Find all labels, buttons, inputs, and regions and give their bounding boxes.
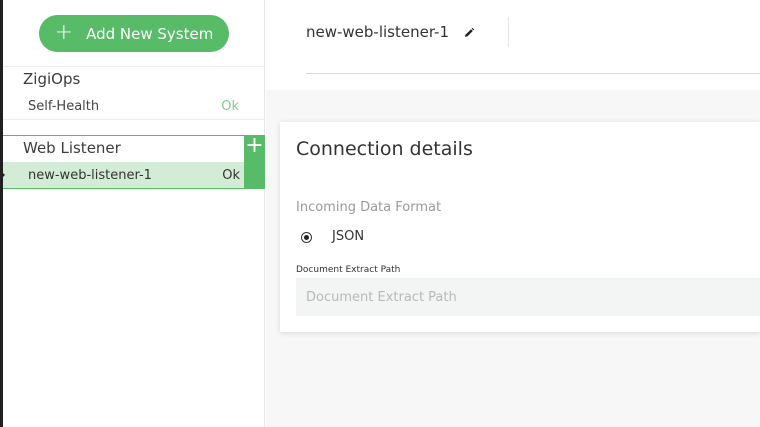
- page-title: new-web-listener-1: [306, 23, 450, 41]
- system-name: new-web-listener-1: [28, 167, 152, 183]
- document-extract-path-label: Document Extract Path: [296, 265, 401, 275]
- connection-details-card: Connection details Incoming Data Format …: [280, 122, 760, 332]
- selected-indicator-icon: [0, 170, 5, 180]
- main-panel: new-web-listener-1 Connection details In…: [266, 0, 760, 427]
- group-title-web-listener: Web Listener: [23, 139, 121, 157]
- title-underline: [306, 73, 760, 74]
- sidebar-divider: [3, 66, 265, 67]
- json-radio[interactable]: [301, 232, 312, 243]
- system-name: Self-Health: [28, 98, 100, 114]
- card-title: Connection details: [296, 138, 473, 160]
- plus-icon: +: [54, 19, 74, 45]
- document-extract-path-input[interactable]: [296, 278, 760, 316]
- pencil-icon[interactable]: [462, 26, 476, 40]
- header-separator: [508, 17, 509, 47]
- add-web-listener-button[interactable]: +: [244, 135, 265, 189]
- page-header: new-web-listener-1: [266, 0, 760, 90]
- incoming-data-format-label: Incoming Data Format: [296, 200, 442, 215]
- add-new-system-button[interactable]: + Add New System: [39, 15, 229, 52]
- system-item-new-web-listener-1[interactable]: new-web-listener-1 Ok: [3, 162, 244, 188]
- plus-icon: +: [245, 133, 264, 158]
- system-item-self-health[interactable]: Self-Health Ok: [3, 94, 243, 118]
- json-radio-label[interactable]: JSON: [332, 229, 364, 244]
- add-new-system-label: Add New System: [86, 24, 214, 43]
- status-label: Ok: [222, 167, 240, 183]
- sidebar-divider: [3, 119, 265, 120]
- status-label: Ok: [221, 98, 239, 114]
- group-title-zigiops: ZigiOps: [23, 70, 81, 88]
- systems-sidebar: + Add New System ZigiOps Self-Health Ok …: [3, 0, 265, 427]
